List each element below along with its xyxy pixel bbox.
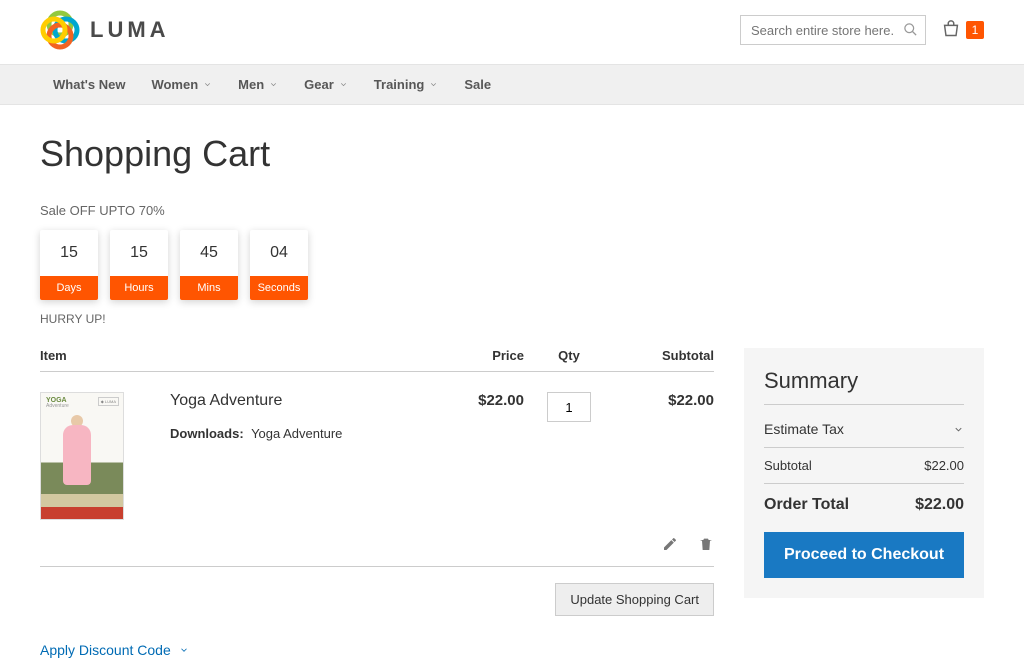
chevron-down-icon — [953, 424, 964, 435]
search-box — [740, 15, 926, 45]
update-cart-button[interactable]: Update Shopping Cart — [555, 583, 714, 616]
nav-item-sale[interactable]: Sale — [451, 65, 504, 104]
main-nav: What's NewWomenMenGearTrainingSale — [0, 64, 1024, 105]
proceed-checkout-button[interactable]: Proceed to Checkout — [764, 532, 964, 578]
item-price: $22.00 — [434, 392, 524, 520]
countdown-days: 15Days — [40, 230, 98, 300]
item-downloads: Downloads: Yoga Adventure — [170, 426, 434, 441]
chevron-down-icon — [429, 80, 438, 89]
nav-item-gear[interactable]: Gear — [291, 65, 361, 104]
item-subtotal: $22.00 — [614, 392, 714, 520]
nav-item-what-s-new[interactable]: What's New — [40, 65, 138, 104]
summary-title: Summary — [764, 368, 964, 405]
nav-item-women[interactable]: Women — [138, 65, 225, 104]
minicart-link[interactable]: 1 — [940, 19, 984, 41]
item-name[interactable]: Yoga Adventure — [170, 392, 434, 410]
summary-order-total: Order Total $22.00 — [764, 484, 964, 532]
summary-panel: Summary Estimate Tax Subtotal $22.00 Ord… — [744, 348, 984, 598]
item-thumbnail[interactable]: YOGAAdventure ◆ LUMA — [40, 392, 170, 520]
nav-item-training[interactable]: Training — [361, 65, 452, 104]
logo-mark-icon — [40, 10, 80, 50]
cart-item-row: YOGAAdventure ◆ LUMA Yoga Adventure Down… — [40, 372, 714, 526]
col-item: Item — [40, 348, 434, 363]
chevron-down-icon — [203, 80, 212, 89]
chevron-down-icon — [269, 80, 278, 89]
cart-count-badge: 1 — [966, 21, 984, 39]
countdown-timer: 15Days15Hours45Mins04Seconds — [40, 230, 984, 300]
col-qty: Qty — [524, 348, 614, 363]
cart-table-header: Item Price Qty Subtotal — [40, 348, 714, 372]
estimate-tax-toggle[interactable]: Estimate Tax — [764, 411, 964, 448]
qty-input[interactable] — [547, 392, 591, 422]
hurry-text: HURRY UP! — [40, 312, 984, 326]
search-icon[interactable] — [903, 22, 918, 37]
col-price: Price — [434, 348, 524, 363]
apply-discount-toggle[interactable]: Apply Discount Code — [40, 642, 189, 658]
page-title: Shopping Cart — [40, 133, 984, 175]
edit-item-icon[interactable] — [662, 536, 678, 552]
countdown-mins: 45Mins — [180, 230, 238, 300]
nav-item-men[interactable]: Men — [225, 65, 291, 104]
col-subtotal: Subtotal — [614, 348, 714, 363]
search-input[interactable] — [740, 15, 926, 45]
logo-text: LUMA — [90, 17, 170, 43]
chevron-down-icon — [339, 80, 348, 89]
summary-subtotal: Subtotal $22.00 — [764, 448, 964, 484]
sale-label: Sale OFF UPTO 70% — [40, 203, 984, 218]
store-logo[interactable]: LUMA — [40, 10, 170, 50]
countdown-seconds: 04Seconds — [250, 230, 308, 300]
remove-item-icon[interactable] — [698, 536, 714, 552]
cart-icon — [940, 19, 962, 41]
countdown-hours: 15Hours — [110, 230, 168, 300]
chevron-down-icon — [179, 645, 189, 655]
